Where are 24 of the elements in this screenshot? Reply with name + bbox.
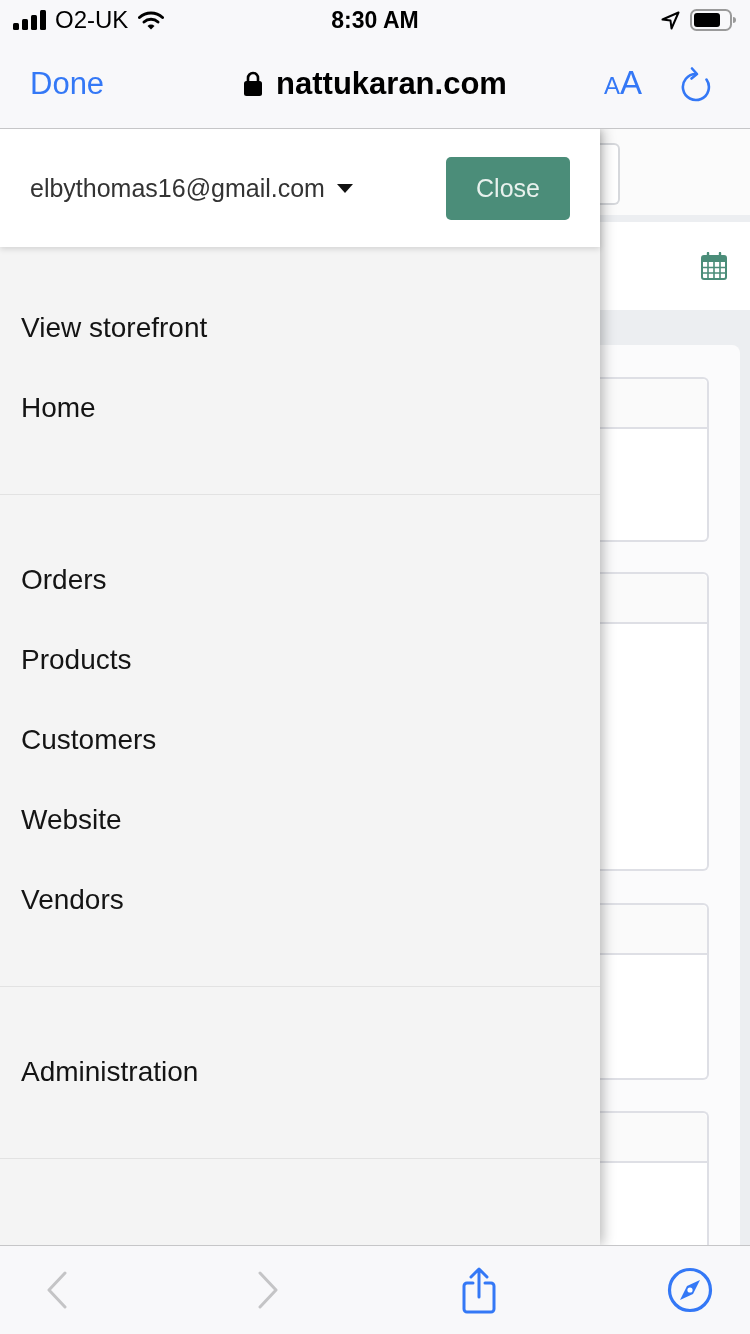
carrier-name: O2-UK [55, 6, 129, 34]
location-arrow-icon [661, 10, 680, 30]
menu-link[interactable]: Home [0, 368, 104, 448]
menu-link[interactable]: Website [0, 780, 130, 860]
wifi-icon [138, 10, 165, 30]
input-field[interactable] [600, 143, 620, 205]
calendar-icon[interactable] [701, 252, 727, 280]
signal-icon [13, 10, 47, 30]
done-button[interactable]: Done [30, 65, 105, 103]
menu-link[interactable]: Products [0, 620, 140, 700]
compass-icon[interactable] [667, 1267, 713, 1313]
menu-link[interactable]: Administration [0, 1032, 207, 1112]
caret-icon [336, 183, 353, 193]
address-url[interactable]: nattukaran.com [276, 65, 507, 103]
text-size-button[interactable]: AA [603, 64, 642, 104]
status-time: 8:30 AM [331, 6, 419, 34]
menu-link[interactable]: Vendors [0, 860, 132, 940]
reload-icon[interactable] [680, 66, 712, 102]
menu-link[interactable]: View storefront [0, 288, 216, 368]
battery-icon [690, 9, 736, 31]
menu-link[interactable]: Orders [0, 540, 115, 620]
account-dropdown[interactable]: elbythomas16@gmail.com [30, 173, 353, 203]
lock-icon [243, 71, 264, 97]
menu-link[interactable]: Customers [0, 700, 165, 780]
